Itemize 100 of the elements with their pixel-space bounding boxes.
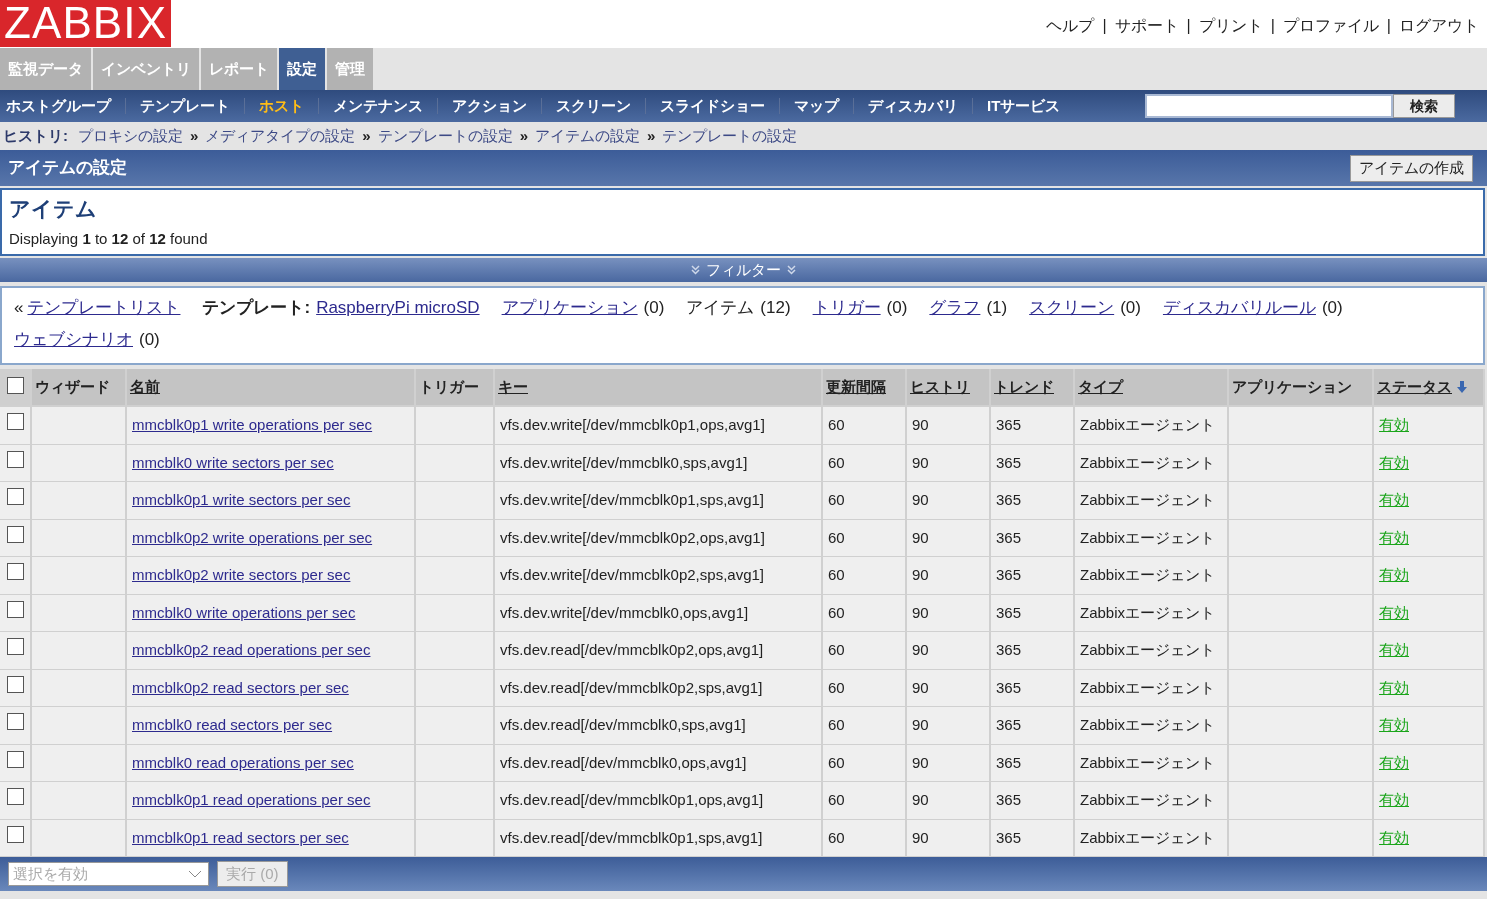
checkbox[interactable] [6, 750, 24, 768]
table-cell-text: vfs.dev.write[/dev/mmcblk0p2,sps,avg1] [500, 565, 764, 585]
table-cell-text: Zabbixエージェント [1080, 490, 1216, 510]
table-cell-text: Zabbixエージェント [1080, 752, 1216, 773]
table-cell-text: 90 [912, 752, 929, 773]
header-link[interactable]: プロファイル [1282, 14, 1379, 38]
sub-nav-item[interactable]: スライドショー [646, 94, 779, 118]
table-cell-text: vfs.dev.write[/dev/mmcblk0p1,sps,avg1] [500, 490, 764, 510]
sub-nav-item[interactable]: ホストグループ [0, 94, 125, 118]
sub-nav-item[interactable]: メンテナンス [319, 94, 437, 118]
history-link[interactable]: プロキシの設定 [78, 124, 183, 148]
filter-bar[interactable]: フィルター [0, 258, 1487, 282]
table-cell-text: Zabbixエージェント [1080, 565, 1216, 585]
table-cell-text: 60 [828, 490, 845, 510]
table-cell-text: Zabbixエージェント [1080, 715, 1216, 735]
column-header[interactable]: ヒストリ [907, 369, 989, 405]
checkbox[interactable] [6, 563, 24, 580]
table-cell-text: 365 [996, 640, 1022, 660]
table-cell-text: 365 [996, 827, 1022, 848]
logo[interactable]: ZABBIX [0, 0, 172, 47]
main-tab[interactable]: 設定 [279, 48, 325, 90]
checkbox[interactable] [6, 600, 24, 618]
checkbox[interactable] [6, 377, 24, 394]
template-list-link[interactable]: テンプレートリスト [27, 296, 181, 320]
table-cell-text: 60 [828, 602, 845, 623]
column-header: アプリケーション [1229, 369, 1372, 405]
separator: | [1186, 16, 1191, 36]
history-link[interactable]: テンプレートの設定 [377, 124, 513, 148]
related-link[interactable]: トリガー [812, 296, 881, 320]
header-link[interactable]: サポート [1114, 14, 1179, 38]
table-cell-text: Zabbixエージェント [1080, 415, 1216, 435]
related-count: (0) [643, 297, 665, 319]
column-header[interactable]: ステータス [1374, 369, 1483, 405]
table-cell-text: 90 [912, 640, 929, 660]
table-cell-text: 365 [996, 677, 1022, 698]
checkbox[interactable] [6, 450, 24, 468]
related-link[interactable]: ディスカバリルール [1162, 296, 1316, 320]
table-cell-text: 90 [912, 452, 929, 473]
related-link[interactable]: スクリーン [1029, 296, 1115, 320]
checkbox[interactable] [6, 788, 24, 805]
header-link[interactable]: ログアウト [1399, 14, 1479, 38]
table-cell-text: vfs.dev.read[/dev/mmcblk0p2,sps,avg1] [500, 677, 763, 698]
checkbox[interactable] [6, 825, 24, 843]
column-header[interactable]: キー [495, 369, 821, 405]
filter-label: フィルター [706, 259, 781, 280]
history-label: ヒストリ: [3, 125, 68, 146]
checkbox[interactable] [6, 638, 24, 655]
breadcrumb-separator: » [647, 125, 656, 146]
table-cell-text: vfs.dev.read[/dev/mmcblk0p1,ops,avg1] [500, 790, 764, 810]
checkbox[interactable] [6, 713, 24, 730]
sub-nav-item[interactable]: ディスカバリ [854, 94, 972, 118]
search-field[interactable] [1145, 94, 1393, 118]
separator: | [1270, 16, 1275, 36]
column-header[interactable]: タイプ [1075, 369, 1227, 405]
checkbox[interactable] [6, 413, 24, 430]
related-link[interactable]: グラフ [929, 296, 981, 320]
table-cell-text: Zabbixエージェント [1080, 602, 1216, 623]
related-link[interactable]: アプリケーション [501, 296, 638, 320]
related-count: (0) [1120, 297, 1141, 319]
checkbox[interactable] [6, 675, 24, 693]
table-cell-text: Zabbixエージェント [1080, 790, 1216, 810]
sub-nav-item[interactable]: アクション [438, 94, 541, 118]
table-cell-text: 365 [996, 752, 1022, 773]
column-header[interactable]: 名前 [127, 369, 414, 405]
related-count: (12) [760, 297, 791, 319]
table-cell-text: vfs.dev.read[/dev/mmcblk0,ops,avg1] [500, 752, 747, 773]
table-cell-text: 60 [828, 715, 845, 735]
sub-nav-item[interactable]: マップ [780, 94, 853, 118]
table-cell-text: 90 [912, 565, 929, 585]
header-link[interactable]: ヘルプ [1046, 14, 1095, 38]
checkbox[interactable] [6, 488, 24, 505]
column-header[interactable]: トレンド [991, 369, 1073, 405]
table-cell-text: 90 [912, 677, 929, 698]
history-link[interactable]: アイテムの設定 [535, 124, 641, 148]
table-cell-text: 365 [996, 790, 1022, 810]
template-link[interactable]: RaspberryPi microSD [316, 296, 480, 320]
table-cell-text: vfs.dev.write[/dev/mmcblk0,sps,avg1] [500, 452, 748, 473]
table-cell-text: Zabbixエージェント [1080, 827, 1216, 848]
sub-nav-item[interactable]: ホスト [245, 94, 318, 118]
sub-nav-item[interactable]: テンプレート [126, 94, 244, 118]
sub-nav-item[interactable]: スクリーン [542, 94, 645, 118]
table-cell-text: vfs.dev.read[/dev/mmcblk0,sps,avg1] [500, 715, 746, 735]
create-item-button[interactable]: アイテムの作成 [1350, 154, 1473, 182]
header-link[interactable]: プリント [1198, 14, 1263, 38]
table-cell-text: 365 [996, 602, 1022, 623]
table-cell-text: Zabbixエージェント [1080, 527, 1216, 548]
related-link[interactable]: ウェブシナリオ [14, 328, 133, 352]
table-cell-text: 90 [912, 602, 929, 623]
history-link[interactable]: メディアタイプの設定 [205, 124, 356, 148]
search-button[interactable]: 検索 [1393, 94, 1455, 118]
checkbox[interactable] [6, 525, 24, 543]
table-cell-text: 60 [828, 415, 845, 435]
page-title: アイテムの設定 [8, 157, 127, 180]
table-cell-text: 90 [912, 827, 929, 848]
breadcrumb-separator: » [190, 125, 199, 146]
column-header[interactable]: 更新間隔 [823, 369, 905, 405]
table-cell-text: vfs.dev.read[/dev/mmcblk0p1,sps,avg1] [500, 827, 763, 848]
sub-nav-item[interactable]: ITサービス [973, 94, 1075, 118]
history-link[interactable]: テンプレートの設定 [662, 124, 798, 148]
section-heading: アイテム [9, 196, 98, 222]
